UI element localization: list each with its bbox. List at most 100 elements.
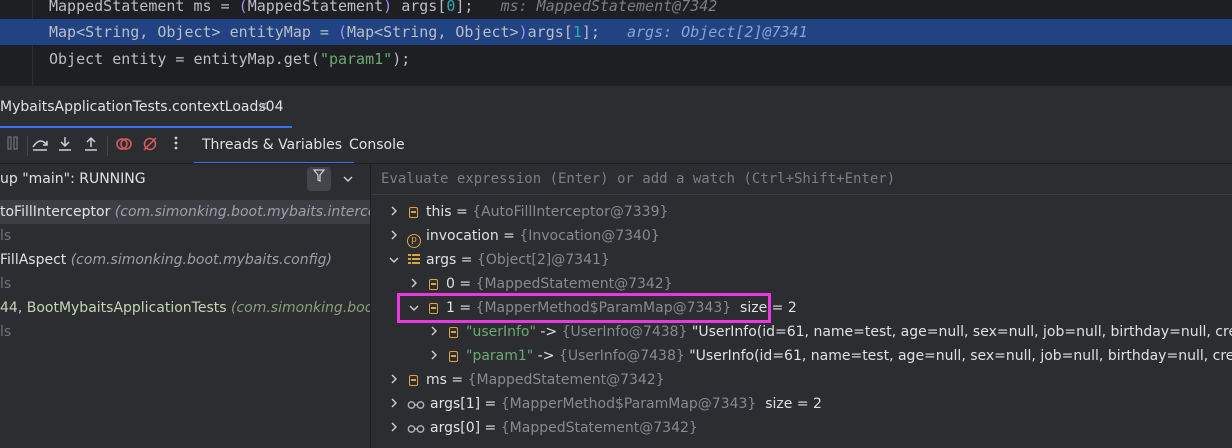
filter-icon[interactable] — [307, 167, 331, 191]
more-options-icon[interactable] — [166, 136, 186, 156]
tab-threads-variables[interactable]: Threads & Variables — [193, 128, 355, 164]
variable-row[interactable]: this = {AutoFillInterceptor@7339} — [387, 200, 668, 224]
toolbar-separator — [107, 136, 108, 156]
field-icon — [409, 375, 418, 386]
code-editor[interactable]: MappedStatement ms = (MappedStatement) a… — [0, 0, 1232, 86]
variable-separator: = — [480, 396, 501, 412]
collapsed-chevron-icon[interactable] — [387, 200, 401, 224]
variable-separator: = — [454, 276, 476, 292]
inline-value-hint: args: Object[2]@7341 — [626, 23, 808, 41]
frame-method: FillAspect — [0, 252, 67, 268]
variable-separator: -> — [533, 348, 559, 364]
mute-breakpoints-icon[interactable] — [140, 136, 160, 156]
code-paren: ) — [383, 0, 393, 15]
variable-name: args[0] — [430, 420, 481, 436]
code-text: MappedStatement ms = — [49, 0, 239, 15]
debug-session-tab-label: MybaitsApplicationTests.contextLoads04 — [0, 99, 284, 115]
variable-value: {Object[2]@7341} — [476, 252, 610, 268]
code-line-1[interactable]: MappedStatement ms = (MappedStatement) a… — [0, 0, 1232, 19]
pause-program-icon[interactable] — [3, 136, 23, 156]
variable-name: args — [426, 252, 457, 268]
tostring-value: "UserInfo(id=61, name=test, age=null, se… — [689, 348, 1232, 364]
code-paren: ( — [337, 23, 348, 41]
variable-row[interactable]: "param1" -> {UserInfo@7438} "UserInfo(id… — [427, 344, 1232, 368]
variable-value: {MappedStatement@7342} — [500, 420, 698, 436]
variable-row[interactable]: args[1] = {MapperMethod$ParamMap@7343} s… — [387, 392, 822, 416]
frame-method: ls — [0, 324, 12, 340]
chevron-down-icon[interactable] — [343, 164, 353, 194]
variable-value: {UserInfo@7438} — [561, 324, 688, 340]
step-over-icon[interactable] — [30, 136, 50, 156]
stack-frame[interactable]: toFillInterceptor (com.simonking.boot.my… — [0, 200, 370, 224]
tab-console[interactable]: Console — [349, 128, 405, 164]
code-line-2-current[interactable]: Map<String, Object> entityMap = (Map<Str… — [0, 19, 1232, 45]
field-icon — [409, 207, 418, 218]
code-text: ); — [392, 50, 411, 68]
variable-row[interactable]: args = {Object[2]@7341} — [387, 248, 610, 272]
debug-tool-window-header: MybaitsApplicationTests.contextLoads04 × — [0, 86, 1232, 129]
array-icon — [407, 252, 421, 266]
thread-selector[interactable]: up "main": RUNNING — [0, 164, 370, 194]
code-text: Map<String, Object> entityMap = — [49, 23, 338, 41]
collapsed-chevron-icon[interactable] — [427, 320, 441, 344]
step-into-icon[interactable] — [55, 136, 75, 156]
stack-frame-hidden[interactable]: ls — [0, 224, 370, 248]
debug-toolbar: Threads & Variables Console — [0, 128, 1232, 164]
variable-name: ms — [426, 372, 447, 388]
variable-row[interactable]: ms = {MappedStatement@7342} — [387, 368, 665, 392]
variable-name: 0 — [446, 276, 455, 292]
variable-name: invocation — [426, 228, 499, 244]
debug-session-tab[interactable]: MybaitsApplicationTests.contextLoads04 — [0, 86, 292, 128]
expanded-chevron-icon[interactable] — [387, 248, 401, 272]
collapsed-chevron-icon[interactable] — [427, 344, 441, 368]
variable-separator: -> — [535, 324, 562, 340]
watch-bar — [371, 164, 1232, 195]
tostring-value: "UserInfo(id=61, name=test, age=null, se… — [691, 324, 1232, 340]
close-icon[interactable]: × — [258, 86, 269, 128]
variable-row[interactable]: "userInfo" -> {UserInfo@7438} "UserInfo(… — [427, 320, 1232, 344]
variable-row[interactable]: p invocation = {Invocation@7340} — [387, 224, 660, 248]
stack-frame-hidden[interactable]: ls — [0, 320, 370, 344]
step-out-icon[interactable] — [81, 136, 101, 156]
code-number: 1 — [572, 23, 582, 41]
code-paren: ( — [238, 0, 248, 15]
variable-separator: = — [498, 228, 520, 244]
thread-status-label: up "main": RUNNING — [0, 171, 146, 187]
parameter-icon: p — [407, 234, 421, 248]
code-text: Object entity = entityMap.get( — [49, 50, 320, 68]
collapsed-chevron-icon[interactable] — [387, 392, 401, 416]
frame-method: ls — [0, 276, 12, 292]
stack-frame-hidden[interactable]: ls — [0, 272, 370, 296]
variable-value: {MappedStatement@7342} — [467, 372, 665, 388]
code-line-3[interactable]: Object entity = entityMap.get("param1"); — [0, 46, 1232, 72]
frame-method: 44, BootMybaitsApplicationTests — [0, 300, 227, 316]
stack-frame[interactable]: FillAspect (com.simonking.boot.mybaits.c… — [0, 248, 370, 272]
variable-value: {UserInfo@7438} — [558, 348, 685, 364]
collapsed-chevron-icon[interactable] — [387, 368, 401, 392]
collapsed-chevron-icon[interactable] — [387, 416, 401, 440]
variable-value: {AutoFillInterceptor@7339} — [472, 204, 669, 220]
annotation-highlight-box — [397, 293, 771, 323]
view-breakpoints-icon[interactable] — [114, 136, 134, 156]
evaluate-expression-input[interactable] — [371, 164, 1231, 194]
stack-frame[interactable]: 44, BootMybaitsApplicationTests (com.sim… — [0, 296, 370, 320]
code-text: ]; — [581, 23, 600, 41]
watch-icon — [407, 423, 425, 437]
frame-class: (com.simonking.boot.mybaits.interceptor) — [114, 204, 370, 220]
code-paren: ) — [518, 23, 528, 41]
field-icon — [449, 327, 458, 338]
variable-name: "param1" — [466, 348, 534, 364]
code-text: MappedStatement — [247, 0, 384, 15]
code-string: "param1" — [319, 50, 393, 68]
variable-name: args[1] — [430, 396, 481, 412]
variable-name: "userInfo" — [466, 324, 536, 340]
variable-name: this — [426, 204, 452, 220]
toolbar-separator — [27, 136, 28, 156]
code-text: args[ — [527, 23, 573, 41]
field-icon — [449, 351, 458, 362]
variable-value: {Invocation@7340} — [519, 228, 660, 244]
collapsed-chevron-icon[interactable] — [387, 224, 401, 248]
variable-row[interactable]: args[0] = {MappedStatement@7342} — [387, 416, 698, 440]
field-icon — [429, 279, 438, 290]
code-text: ]; — [455, 0, 474, 15]
